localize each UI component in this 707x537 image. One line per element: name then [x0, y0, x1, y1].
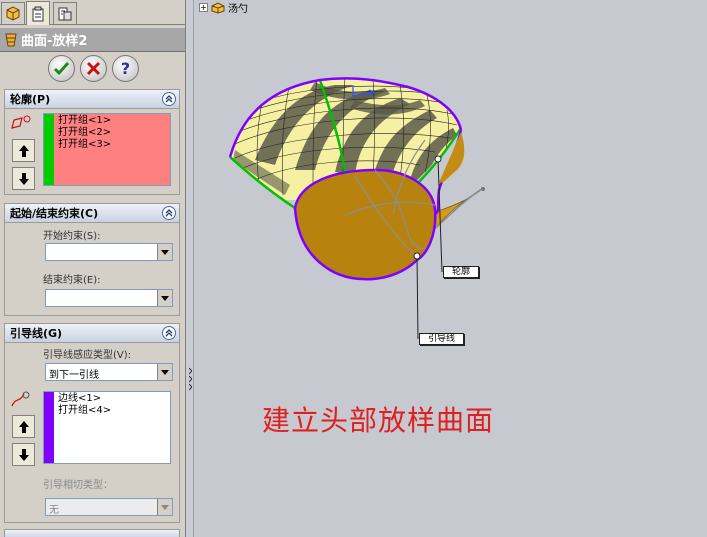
spoon-bottom-surface — [293, 168, 437, 281]
manager-tabs — [0, 0, 185, 25]
guide-curve-icon — [11, 391, 30, 407]
feature-title: 曲面-放样2 — [21, 34, 88, 49]
guide-tangency-select[interactable]: 无 — [45, 498, 173, 516]
tab-feature-manager[interactable] — [1, 2, 25, 24]
arrow-up-icon — [18, 420, 29, 433]
guide-callout-leader — [416, 255, 419, 340]
guide-tangency-dropdown-button[interactable] — [157, 499, 172, 515]
constraints-header[interactable]: 起始/结束约束(C) — [5, 204, 179, 223]
arrow-down-icon — [18, 448, 29, 461]
chevron-up-icon — [165, 95, 173, 103]
end-constraint-select[interactable] — [45, 289, 173, 307]
feature-title-bar: 曲面-放样2 — [0, 28, 185, 52]
feature-manager-icon — [6, 5, 20, 21]
check-icon — [53, 61, 69, 76]
cancel-x-icon — [86, 61, 100, 76]
profile-callout-point[interactable] — [434, 155, 442, 163]
guides-list[interactable]: 边线<1> 打开组<4> — [43, 391, 171, 464]
constraints-header-label: 起始/结束约束(C) — [10, 207, 99, 220]
handle-end-point — [481, 187, 485, 191]
guides-list-items: 边线<1> 打开组<4> — [58, 393, 168, 417]
property-manager-panel: 曲面-放样2 ? 轮廓(P) 打开组<1> 打开组<2> 打开组<3> 起始/结… — [0, 0, 186, 537]
profiles-header-label: 轮廓(P) — [10, 93, 51, 106]
guides-header-label: 引导线(G) — [10, 327, 63, 340]
property-manager-icon — [32, 6, 44, 21]
guide-list-item[interactable]: 边线<1> — [58, 393, 168, 405]
end-constraint-dropdown-button[interactable] — [157, 290, 172, 306]
profile-list-item[interactable]: 打开组<2> — [58, 127, 168, 139]
tab-configuration-manager[interactable] — [53, 2, 77, 24]
chevron-up-icon — [165, 329, 173, 337]
chevron-up-icon — [165, 209, 173, 217]
splitter-grip-icon — [189, 367, 192, 391]
chevron-down-icon — [161, 295, 169, 301]
guides-header[interactable]: 引导线(G) — [5, 324, 179, 343]
profiles-section: 轮廓(P) 打开组<1> 打开组<2> 打开组<3> — [4, 89, 180, 195]
guide-tangency-value: 无 — [49, 505, 59, 516]
profiles-collapse-button[interactable] — [162, 92, 176, 106]
guide-list-item[interactable]: 打开组<4> — [58, 405, 168, 417]
svg-text:?: ? — [120, 60, 129, 77]
chevron-down-icon — [161, 249, 169, 255]
constraints-section: 起始/结束约束(C) 开始约束(S): 结束约束(E): — [4, 203, 180, 316]
guides-collapse-button[interactable] — [162, 326, 176, 340]
profile-list-item[interactable]: 打开组<3> — [58, 139, 168, 151]
guide-influence-value: 到下一引线 — [49, 370, 99, 381]
tab-property-manager[interactable] — [26, 1, 50, 25]
next-section-header[interactable] — [5, 530, 179, 537]
panel-splitter[interactable] — [186, 0, 194, 537]
guides-list-color-bar — [44, 392, 54, 463]
start-constraint-select[interactable] — [45, 243, 173, 261]
profiles-list-color-bar — [44, 114, 54, 185]
profiles-list-items: 打开组<1> 打开组<2> 打开组<3> — [58, 115, 168, 151]
guide-move-up-button[interactable] — [12, 415, 35, 438]
guide-influence-dropdown-button[interactable] — [157, 364, 172, 380]
next-section-stub — [4, 529, 180, 537]
start-constraint-dropdown-button[interactable] — [157, 244, 172, 260]
loft-surface-icon — [5, 33, 17, 46]
graphics-viewport[interactable]: + 汤勺 轮廓 引导线 建立头部放样曲面 — [195, 0, 707, 537]
guides-section: 引导线(G) 引导线感应类型(V): 到下一引线 边线<1> 打开组<4> 引导相… — [4, 323, 180, 523]
guide-move-down-button[interactable] — [12, 443, 35, 466]
arrow-up-icon — [18, 144, 29, 157]
profile-move-down-button[interactable] — [12, 167, 35, 190]
profiles-list[interactable]: 打开组<1> 打开组<2> 打开组<3> — [43, 113, 171, 186]
chevron-down-icon — [161, 369, 169, 375]
annotation-caption: 建立头部放样曲面 — [262, 404, 495, 437]
profile-callout-label[interactable]: 轮廓 — [443, 266, 480, 278]
constraints-collapse-button[interactable] — [162, 206, 176, 220]
chevron-down-icon — [161, 504, 169, 510]
ok-button[interactable] — [47, 55, 75, 82]
start-constraint-label: 开始约束(S): — [43, 231, 101, 242]
profile-list-item[interactable]: 打开组<1> — [58, 115, 168, 127]
guide-influence-select[interactable]: 到下一引线 — [45, 363, 173, 381]
configuration-manager-icon — [58, 7, 72, 20]
profile-sketch-icon — [11, 115, 31, 129]
end-constraint-label: 结束约束(E): — [43, 275, 101, 286]
action-buttons: ? — [0, 55, 185, 85]
help-button[interactable]: ? — [111, 55, 139, 82]
guide-callout-point[interactable] — [413, 252, 421, 260]
guide-callout-label[interactable]: 引导线 — [419, 333, 465, 345]
profile-move-up-button[interactable] — [12, 139, 35, 162]
arrow-down-icon — [18, 172, 29, 185]
guide-tangency-label: 引导相切类型： — [43, 480, 113, 491]
guide-influence-label: 引导线感应类型(V): — [43, 350, 132, 361]
profiles-header[interactable]: 轮廓(P) — [5, 90, 179, 109]
cancel-button[interactable] — [79, 55, 107, 82]
help-question-icon: ? — [120, 60, 129, 77]
